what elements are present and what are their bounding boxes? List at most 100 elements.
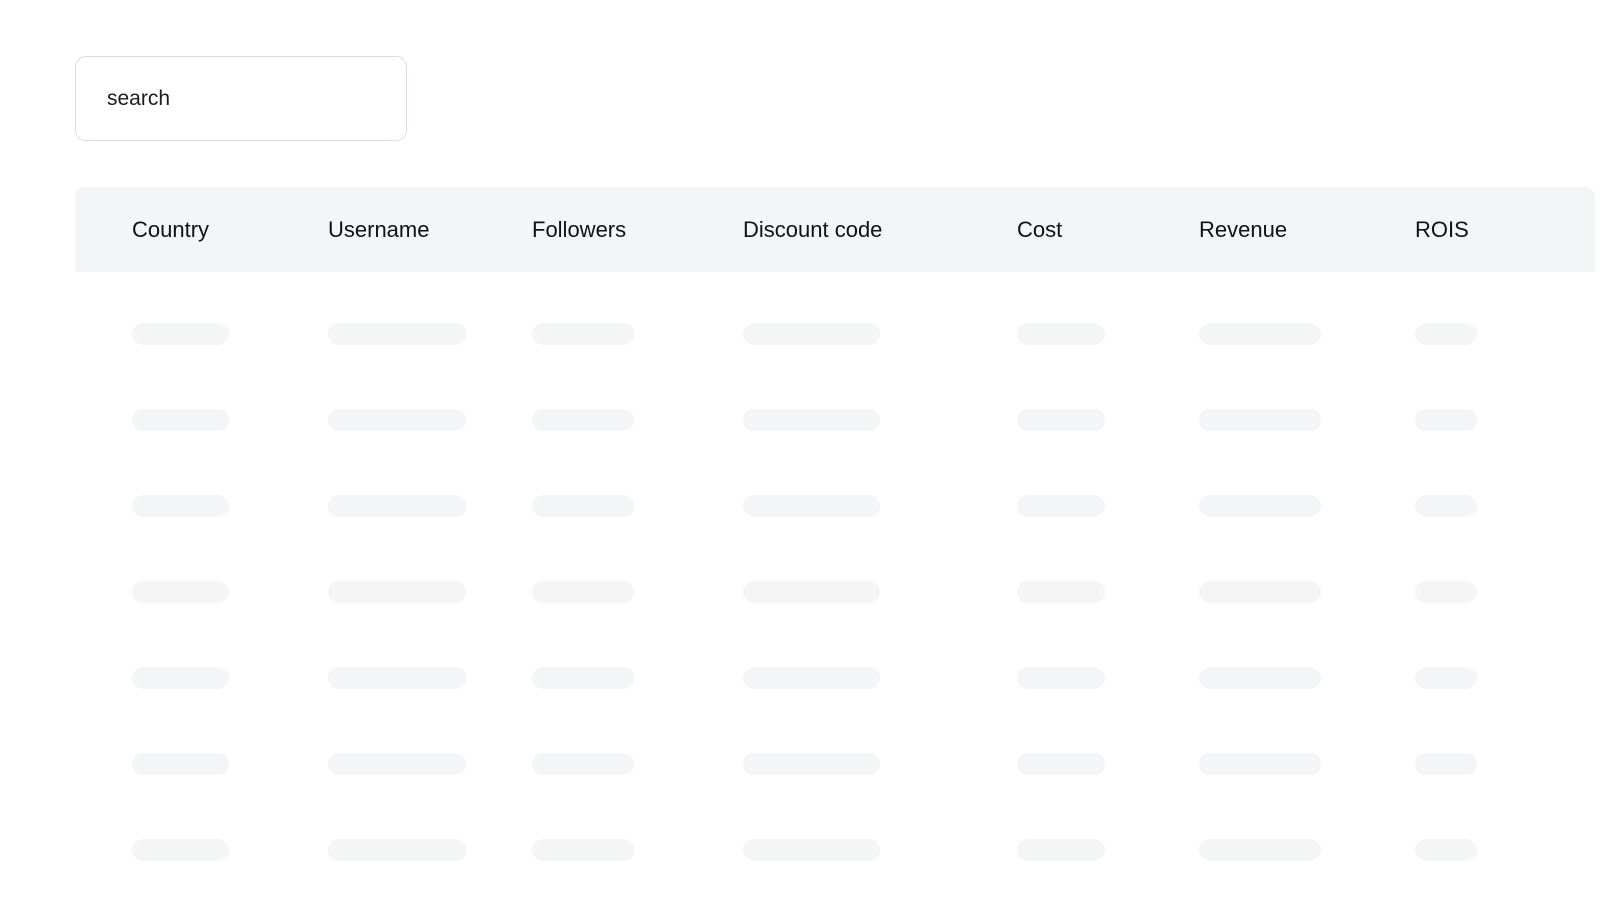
- skeleton-placeholder: [532, 581, 634, 603]
- table-cell-country: [75, 409, 271, 431]
- skeleton-placeholder: [132, 753, 229, 775]
- table-cell-followers: [503, 323, 719, 345]
- skeleton-placeholder: [1415, 667, 1477, 689]
- skeleton-placeholder: [743, 667, 880, 689]
- table-row[interactable]: [75, 549, 1595, 635]
- table-cell-discount_code: [719, 839, 993, 861]
- table-cell-rois: [1391, 667, 1595, 689]
- skeleton-placeholder: [532, 495, 634, 517]
- table-cell-rois: [1391, 495, 1595, 517]
- skeleton-placeholder: [743, 495, 880, 517]
- table-cell-country: [75, 495, 271, 517]
- table-cell-country: [75, 753, 271, 775]
- table-cell-rois: [1391, 753, 1595, 775]
- skeleton-placeholder: [132, 581, 229, 603]
- skeleton-placeholder: [1415, 753, 1477, 775]
- skeleton-placeholder: [1199, 581, 1321, 603]
- table-cell-rois: [1391, 323, 1595, 345]
- table-cell-country: [75, 581, 271, 603]
- column-header-country[interactable]: Country: [75, 218, 271, 241]
- skeleton-placeholder: [1415, 839, 1477, 861]
- skeleton-placeholder: [532, 753, 634, 775]
- table-cell-username: [271, 581, 503, 603]
- column-header-discount-code[interactable]: Discount code: [719, 218, 993, 241]
- table-header-row: Country Username Followers Discount code…: [75, 187, 1595, 272]
- skeleton-placeholder: [328, 409, 466, 431]
- table-row[interactable]: [75, 463, 1595, 549]
- table-row[interactable]: [75, 377, 1595, 463]
- table-cell-username: [271, 323, 503, 345]
- table-body: [75, 272, 1595, 893]
- skeleton-placeholder: [1017, 753, 1105, 775]
- table-cell-rois: [1391, 839, 1595, 861]
- column-header-revenue[interactable]: Revenue: [1175, 218, 1391, 241]
- skeleton-placeholder: [328, 581, 466, 603]
- skeleton-placeholder: [1017, 323, 1105, 345]
- skeleton-placeholder: [1199, 839, 1321, 861]
- skeleton-placeholder: [1415, 495, 1477, 517]
- table-cell-discount_code: [719, 753, 993, 775]
- skeleton-placeholder: [1017, 839, 1105, 861]
- table-cell-discount_code: [719, 409, 993, 431]
- table-cell-cost: [993, 409, 1175, 431]
- table-cell-revenue: [1175, 495, 1391, 517]
- table-cell-revenue: [1175, 581, 1391, 603]
- table-cell-followers: [503, 495, 719, 517]
- skeleton-placeholder: [1199, 323, 1321, 345]
- skeleton-placeholder: [532, 667, 634, 689]
- skeleton-placeholder: [1017, 667, 1105, 689]
- skeleton-placeholder: [328, 667, 466, 689]
- table-row[interactable]: [75, 721, 1595, 807]
- skeleton-placeholder: [1415, 581, 1477, 603]
- table-cell-cost: [993, 581, 1175, 603]
- column-header-cost[interactable]: Cost: [993, 218, 1175, 241]
- column-header-followers[interactable]: Followers: [503, 218, 719, 241]
- skeleton-placeholder: [132, 409, 229, 431]
- skeleton-placeholder: [132, 839, 229, 861]
- search-input[interactable]: [75, 56, 407, 141]
- table-cell-rois: [1391, 409, 1595, 431]
- skeleton-placeholder: [132, 495, 229, 517]
- table-cell-discount_code: [719, 323, 993, 345]
- table-cell-revenue: [1175, 409, 1391, 431]
- skeleton-placeholder: [532, 839, 634, 861]
- table-cell-cost: [993, 753, 1175, 775]
- table-cell-followers: [503, 753, 719, 775]
- skeleton-placeholder: [743, 753, 880, 775]
- column-header-username[interactable]: Username: [271, 218, 503, 241]
- table-cell-followers: [503, 839, 719, 861]
- skeleton-placeholder: [328, 495, 466, 517]
- table-cell-username: [271, 495, 503, 517]
- skeleton-placeholder: [743, 581, 880, 603]
- table-cell-username: [271, 753, 503, 775]
- skeleton-placeholder: [328, 839, 466, 861]
- table-row[interactable]: [75, 635, 1595, 721]
- table-cell-username: [271, 839, 503, 861]
- skeleton-placeholder: [532, 409, 634, 431]
- table-cell-country: [75, 323, 271, 345]
- skeleton-placeholder: [1415, 409, 1477, 431]
- table-cell-followers: [503, 409, 719, 431]
- skeleton-placeholder: [1017, 581, 1105, 603]
- table-cell-revenue: [1175, 839, 1391, 861]
- search-container: [75, 56, 407, 141]
- table-cell-revenue: [1175, 753, 1391, 775]
- table-cell-discount_code: [719, 667, 993, 689]
- data-table: Country Username Followers Discount code…: [75, 187, 1595, 893]
- skeleton-placeholder: [132, 323, 229, 345]
- skeleton-placeholder: [1415, 323, 1477, 345]
- table-row[interactable]: [75, 807, 1595, 893]
- column-header-rois[interactable]: ROIS: [1391, 218, 1595, 241]
- skeleton-placeholder: [1199, 409, 1321, 431]
- skeleton-placeholder: [532, 323, 634, 345]
- table-cell-discount_code: [719, 495, 993, 517]
- table-cell-revenue: [1175, 323, 1391, 345]
- table-cell-cost: [993, 667, 1175, 689]
- skeleton-placeholder: [328, 753, 466, 775]
- table-cell-username: [271, 409, 503, 431]
- skeleton-placeholder: [1017, 409, 1105, 431]
- skeleton-placeholder: [1199, 667, 1321, 689]
- skeleton-placeholder: [1017, 495, 1105, 517]
- table-cell-cost: [993, 839, 1175, 861]
- table-row[interactable]: [75, 291, 1595, 377]
